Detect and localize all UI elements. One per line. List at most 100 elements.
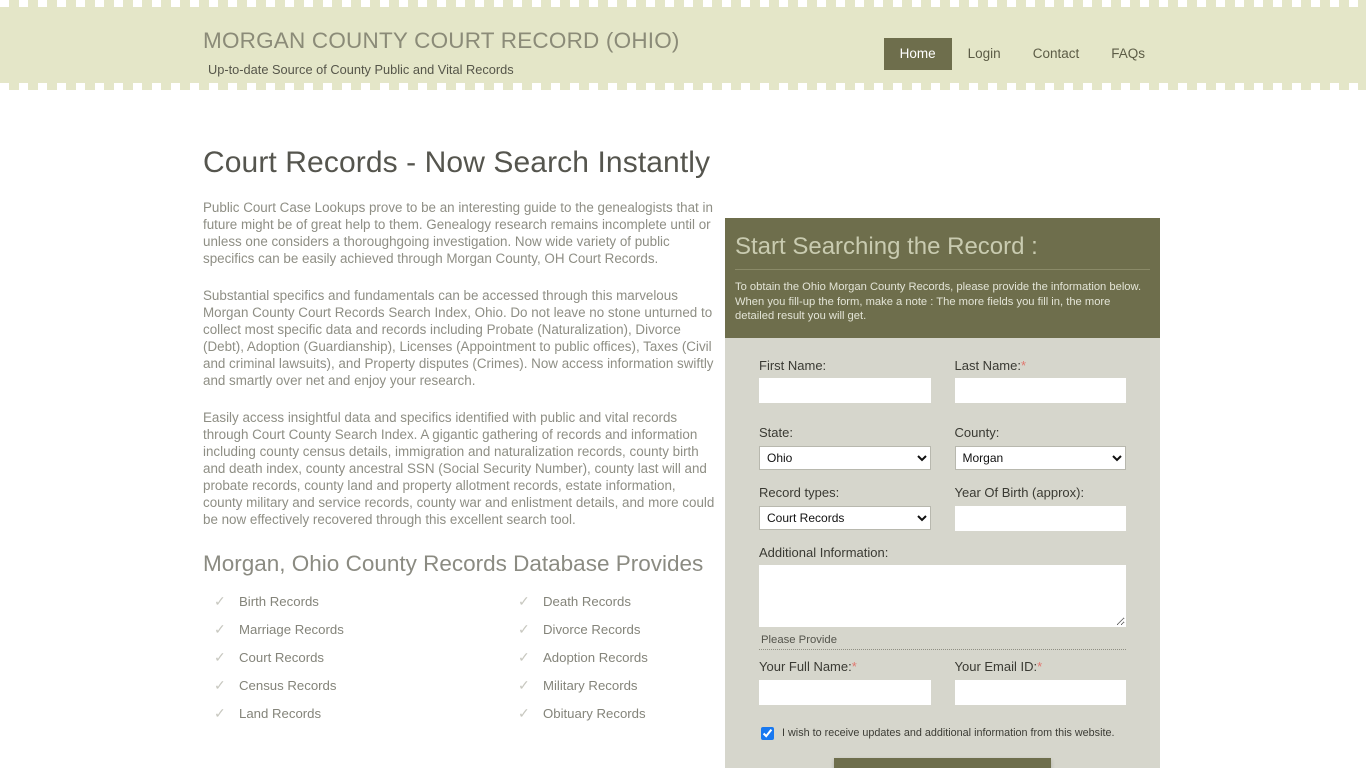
- county-select[interactable]: Morgan: [954, 446, 1126, 471]
- year-of-birth-label: Year Of Birth (approx):: [954, 485, 1085, 501]
- check-icon: ✓: [214, 593, 226, 609]
- state-select[interactable]: Ohio: [759, 446, 931, 471]
- article-column: Court Records - Now Search Instantly Pub…: [203, 145, 715, 727]
- required-marker: *: [1037, 659, 1043, 675]
- last-name-input[interactable]: [954, 378, 1126, 404]
- list-item: ✓ Adoption Records: [507, 643, 715, 671]
- records-column-right: ✓ Death Records ✓ Divorce Records ✓ Adop…: [459, 587, 715, 727]
- check-icon: ✓: [518, 593, 530, 609]
- header-perforation-bottom: [0, 83, 1366, 90]
- record-types-group: Record types: Court Records: [759, 485, 931, 531]
- last-name-label: Last Name:*: [955, 358, 1127, 374]
- search-panel-wrapper: Start Searching the Record : To obtain t…: [725, 218, 1160, 768]
- list-item-label: Adoption Records: [543, 649, 648, 665]
- full-name-label: Your Full Name:*: [759, 659, 931, 675]
- brand: MORGAN COUNTY COURT RECORD (OHIO) Up-to-…: [203, 28, 680, 77]
- record-types-label: Record types:: [759, 485, 840, 501]
- form-divider: [759, 649, 1126, 651]
- county-group: County: Morgan: [954, 425, 1126, 471]
- nav-item-faqs[interactable]: FAQs: [1095, 38, 1161, 70]
- year-of-birth-input[interactable]: [954, 505, 1126, 531]
- list-item: ✓ Land Records: [203, 699, 459, 727]
- site-header: MORGAN COUNTY COURT RECORD (OHIO) Up-to-…: [0, 0, 1366, 90]
- list-item-label: Marriage Records: [239, 621, 344, 637]
- additional-info-label: Additional Information:: [759, 544, 889, 560]
- required-marker: *: [1020, 357, 1027, 373]
- record-year-row: Record types: Court Records Year Of Birt…: [759, 485, 1126, 531]
- main-content: Court Records - Now Search Instantly Pub…: [0, 90, 1366, 768]
- updates-optin-label: I wish to receive updates and additional…: [782, 726, 1115, 739]
- email-label: Your Email ID:*: [955, 659, 1127, 675]
- name-row: First Name: Last Name:*: [759, 358, 1126, 404]
- check-icon: ✓: [518, 621, 530, 637]
- list-item-label: Military Records: [543, 677, 638, 693]
- list-item: ✓ Obituary Records: [507, 699, 715, 727]
- email-input[interactable]: [954, 679, 1126, 705]
- database-heading: Morgan, Ohio County Records Database Pro…: [203, 551, 704, 576]
- list-item: ✓ Marriage Records: [203, 615, 459, 643]
- page-title: Court Records - Now Search Instantly: [203, 146, 711, 179]
- records-column-left: ✓ Birth Records ✓ Marriage Records ✓ Cou…: [203, 587, 459, 727]
- year-of-birth-group: Year Of Birth (approx):: [954, 485, 1126, 531]
- updates-optin-checkbox[interactable]: [761, 726, 774, 740]
- page-root: MORGAN COUNTY COURT RECORD (OHIO) Up-to-…: [0, 0, 1366, 768]
- nav-item-login[interactable]: Login: [952, 38, 1017, 70]
- required-marker: *: [851, 659, 857, 675]
- email-label-text: Your Email ID:: [954, 659, 1038, 675]
- list-item-label: Court Records: [239, 649, 325, 665]
- list-item: ✓ Military Records: [507, 671, 715, 699]
- state-group: State: Ohio: [759, 425, 931, 471]
- full-name-group: Your Full Name:*: [759, 659, 931, 705]
- search-panel-header: Start Searching the Record : To obtain t…: [725, 218, 1160, 338]
- list-item: ✓ Census Records: [203, 671, 459, 699]
- record-types-select[interactable]: Court Records: [759, 505, 931, 530]
- county-label: County:: [954, 425, 1000, 441]
- nav-item-contact[interactable]: Contact: [1017, 38, 1096, 70]
- list-item-label: Land Records: [239, 705, 322, 721]
- search-panel-description: To obtain the Ohio Morgan County Records…: [735, 281, 1142, 323]
- list-item-label: Obituary Records: [543, 705, 646, 721]
- list-item-label: Birth Records: [239, 593, 319, 609]
- search-county-record-button[interactable]: Search County Record: [834, 757, 1051, 768]
- check-icon: ✓: [518, 677, 530, 693]
- state-label: State:: [759, 425, 793, 441]
- records-checklist: ✓ Birth Records ✓ Marriage Records ✓ Cou…: [203, 587, 715, 727]
- location-row: State: Ohio County: Morgan: [759, 425, 1126, 471]
- list-item: ✓ Birth Records: [203, 587, 459, 615]
- site-tagline: Up-to-date Source of County Public and V…: [208, 61, 514, 77]
- updates-optin-row: I wish to receive updates and additional…: [759, 726, 1126, 740]
- check-icon: ✓: [214, 705, 226, 721]
- additional-info-group: Additional Information:: [759, 545, 1126, 628]
- check-icon: ✓: [214, 677, 226, 693]
- last-name-group: Last Name:*: [954, 358, 1127, 404]
- full-name-input[interactable]: [759, 679, 931, 705]
- check-icon: ✓: [518, 705, 530, 721]
- search-form: First Name: Last Name:* State: Ohio Coun…: [725, 338, 1160, 768]
- additional-info-textarea[interactable]: [759, 565, 1126, 628]
- paragraph-2: Substantial specifics and fundamentals c…: [203, 288, 714, 388]
- paragraph-3: Easily access insightful data and specif…: [203, 410, 715, 527]
- please-provide-note: Please Provide: [761, 634, 837, 647]
- search-panel: Start Searching the Record : To obtain t…: [725, 218, 1160, 768]
- check-icon: ✓: [518, 649, 530, 665]
- contact-row: Your Full Name:* Your Email ID:*: [759, 659, 1126, 705]
- first-name-input[interactable]: [759, 378, 931, 404]
- first-name-label: First Name:: [759, 357, 827, 373]
- list-item: ✓ Court Records: [203, 643, 459, 671]
- site-title: MORGAN COUNTY COURT RECORD (OHIO): [203, 28, 680, 53]
- main-navigation: Home Login Contact FAQs: [883, 38, 1161, 70]
- last-name-label-text: Last Name:: [954, 357, 1021, 373]
- list-item-label: Death Records: [543, 593, 631, 609]
- header-perforation-top: [0, 0, 1366, 7]
- list-item: ✓ Death Records: [507, 587, 715, 615]
- check-icon: ✓: [214, 649, 226, 665]
- paragraph-1: Public Court Case Lookups prove to be an…: [203, 200, 713, 266]
- full-name-label-text: Your Full Name:: [759, 659, 852, 675]
- email-group: Your Email ID:*: [954, 659, 1127, 705]
- list-item-label: Divorce Records: [543, 621, 641, 637]
- nav-item-home[interactable]: Home: [883, 38, 952, 70]
- first-name-group: First Name:: [759, 358, 931, 404]
